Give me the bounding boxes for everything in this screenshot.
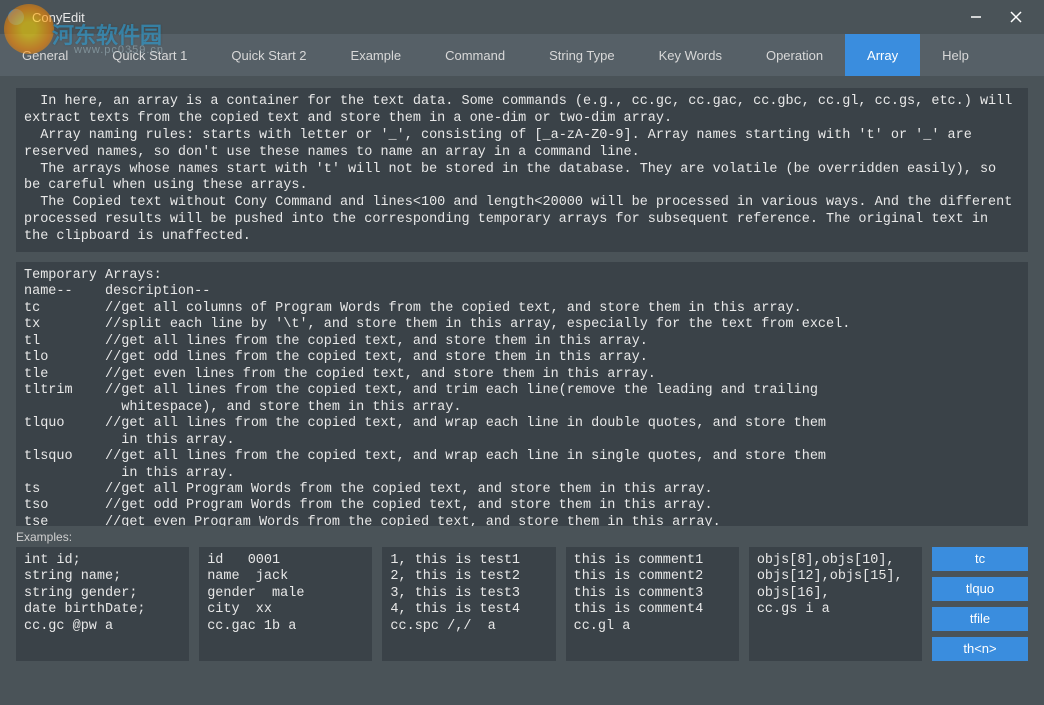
tab-array[interactable]: Array: [845, 34, 920, 76]
example-block-4: this is comment1 this is comment2 this i…: [566, 547, 739, 661]
content-area: In here, an array is a container for the…: [0, 76, 1044, 705]
thn-button[interactable]: th<n>: [932, 637, 1028, 661]
tab-key-words[interactable]: Key Words: [637, 34, 744, 76]
minimize-button[interactable]: [956, 0, 996, 34]
tlquo-button[interactable]: tlquo: [932, 577, 1028, 601]
tab-help[interactable]: Help: [920, 34, 991, 76]
examples-row: int id; string name; string gender; date…: [16, 547, 1028, 661]
app-logo-icon: [8, 9, 24, 25]
tfile-button[interactable]: tfile: [932, 607, 1028, 631]
close-icon: [1010, 11, 1022, 23]
temporary-arrays-panel[interactable]: Temporary Arrays: name-- description-- t…: [16, 262, 1028, 526]
info-panel: In here, an array is a container for the…: [16, 88, 1028, 252]
tab-operation[interactable]: Operation: [744, 34, 845, 76]
example-buttons-column: tc tlquo tfile th<n>: [932, 547, 1028, 661]
examples-label: Examples:: [16, 530, 1028, 544]
example-block-1: int id; string name; string gender; date…: [16, 547, 189, 661]
tab-bar: General Quick Start 1 Quick Start 2 Exam…: [0, 34, 1044, 76]
tab-quick-start-2[interactable]: Quick Start 2: [209, 34, 328, 76]
app-title: ConyEdit: [32, 10, 85, 25]
titlebar: ConyEdit: [0, 0, 1044, 34]
example-block-3: 1, this is test1 2, this is test2 3, thi…: [382, 547, 555, 661]
example-block-2: id 0001 name jack gender male city xx cc…: [199, 547, 372, 661]
close-button[interactable]: [996, 0, 1036, 34]
tab-general[interactable]: General: [0, 34, 90, 76]
example-block-5: objs[8],objs[10], objs[12],objs[15], obj…: [749, 547, 922, 661]
tab-string-type[interactable]: String Type: [527, 34, 637, 76]
tab-quick-start-1[interactable]: Quick Start 1: [90, 34, 209, 76]
tab-example[interactable]: Example: [329, 34, 424, 76]
tc-button[interactable]: tc: [932, 547, 1028, 571]
minimize-icon: [970, 11, 982, 23]
tab-command[interactable]: Command: [423, 34, 527, 76]
